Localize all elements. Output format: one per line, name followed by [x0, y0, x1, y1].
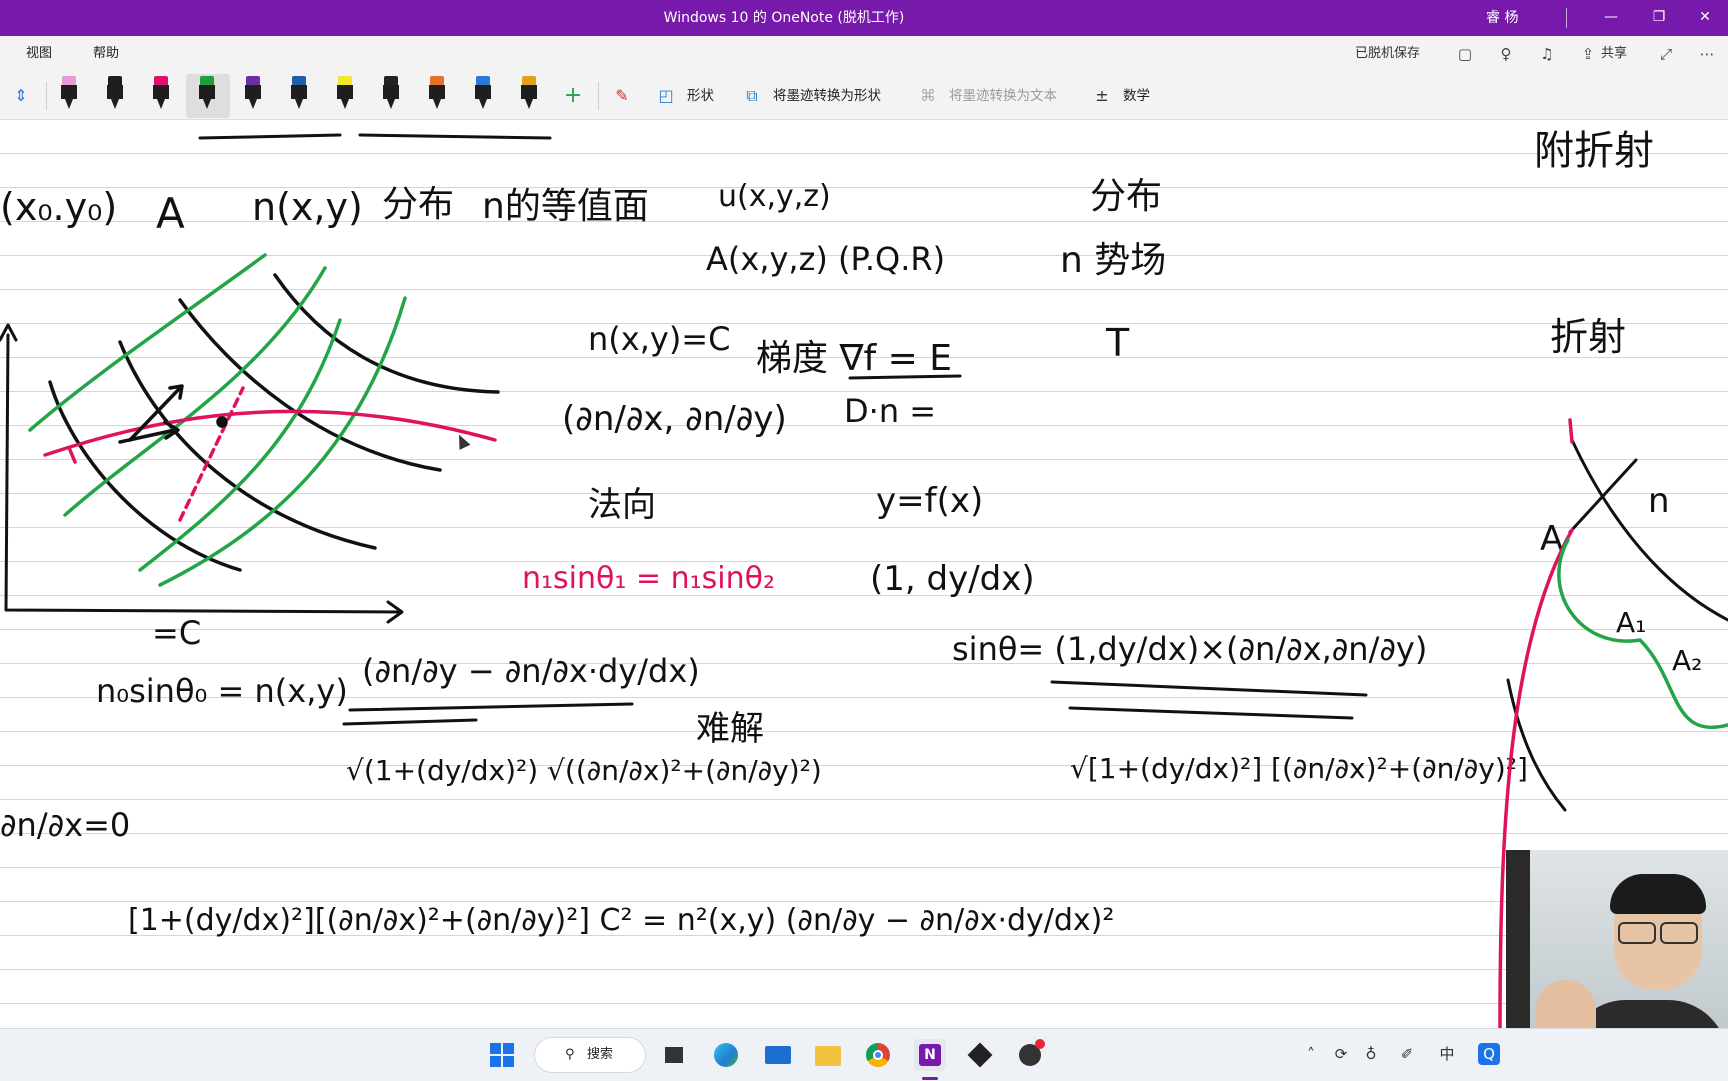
svg-text:附折射: 附折射	[1534, 128, 1654, 174]
svg-text:T: T	[1105, 321, 1130, 365]
svg-text:(x₀.y₀): (x₀.y₀)	[0, 185, 117, 229]
svg-text:∂n/∂x=0: ∂n/∂x=0	[0, 806, 130, 844]
start-icon[interactable]	[486, 1039, 518, 1071]
offline-saved-status: 已脱机保存	[1355, 46, 1421, 61]
user-name[interactable]: 睿 杨	[1486, 0, 1518, 36]
ime-indicator[interactable]: 中	[1436, 1043, 1458, 1065]
title-bar: Windows 10 的 OneNote (脱机工作) 睿 杨 — ❐ ✕	[0, 0, 1728, 36]
svg-text:n 势场: n 势场	[1060, 240, 1166, 281]
sync-icon[interactable]: ⟳	[1330, 1043, 1352, 1065]
svg-text:n(x,y): n(x,y)	[252, 185, 363, 229]
ink-top-lines	[198, 133, 552, 140]
ink-pink-ray	[43, 386, 497, 522]
taskbar-search[interactable]: ⚲ 搜索	[534, 1037, 646, 1073]
toolbar-actions: + ✎ ◰ 形状 ⧉ 将墨迹转换为形状 ⌘ 将墨迹转换为文本 ± 数学	[0, 72, 1728, 120]
svg-text:n: n	[1648, 481, 1670, 521]
math-icon[interactable]: ±	[1092, 86, 1112, 106]
svg-text:sinθ= (1,dy/dx)×(∂n/∂x,∂n/∂y): sinθ= (1,dy/dx)×(∂n/∂x,∂n/∂y)	[952, 630, 1427, 668]
app-q-icon[interactable]: Q	[1478, 1043, 1500, 1065]
svg-text:(∂n/∂y − ∂n/∂x·dy/dx): (∂n/∂y − ∂n/∂x·dy/dx)	[362, 652, 700, 690]
ink-to-text-button: 将墨迹转换为文本	[949, 88, 1057, 104]
share-button[interactable]: 共享	[1601, 36, 1627, 72]
toolbar-separator-2	[598, 82, 599, 110]
chrome-icon[interactable]	[862, 1039, 894, 1071]
share-icon[interactable]: ⇪	[1578, 44, 1598, 64]
person-hair	[1610, 874, 1706, 914]
lasso-icon[interactable]: ✎	[612, 86, 632, 106]
svg-text:=C: =C	[152, 614, 201, 652]
task-view-icon[interactable]	[658, 1039, 690, 1071]
snipping-tool-icon[interactable]	[964, 1039, 996, 1071]
svg-text:A₁: A₁	[1616, 606, 1646, 639]
menu-bar: 视图 帮助 已脱机保存 ▢ ♀ ♫ ⇪ 共享 ⤢ ⋯	[0, 36, 1728, 72]
ink-snell-law: n₁sinθ₁ = n₁sinθ₂	[522, 561, 775, 596]
close-button[interactable]: ✕	[1684, 0, 1726, 36]
ink-black-curves	[48, 273, 500, 572]
file-explorer-icon[interactable]	[812, 1039, 844, 1071]
svg-text:(1, dy/dx): (1, dy/dx)	[870, 559, 1035, 599]
ink-to-text-icon: ⌘	[920, 86, 936, 105]
menu-help[interactable]: 帮助	[93, 36, 119, 72]
mail-icon[interactable]	[762, 1039, 794, 1071]
shapes-button[interactable]: 形状	[687, 72, 714, 120]
note-canvas[interactable]: (x₀.y₀) A n(x,y) 分布 n的等值面 u(x,y,z) A(x,y…	[0, 120, 1728, 1028]
svg-text:u(x,y,z): u(x,y,z)	[718, 179, 831, 214]
svg-text:(∂n/∂x, ∂n/∂y): (∂n/∂x, ∂n/∂y)	[562, 399, 787, 439]
svg-text:A(x,y,z) (P.Q.R): A(x,y,z) (P.Q.R)	[706, 240, 945, 278]
svg-text:分布: 分布	[382, 184, 454, 225]
edge-icon[interactable]	[710, 1039, 742, 1071]
svg-text:法向: 法向	[588, 485, 656, 525]
lightbulb-icon[interactable]: ♀	[1496, 44, 1516, 64]
pen-icon[interactable]: ✐	[1396, 1043, 1418, 1065]
ink-to-shape-button[interactable]: 将墨迹转换为形状	[773, 72, 881, 120]
chevron-up-icon[interactable]: ˄	[1300, 1043, 1322, 1065]
add-pen-button[interactable]: +	[563, 85, 583, 107]
ink-pink-tick	[1568, 418, 1574, 444]
notebook-icon[interactable]: ▢	[1455, 44, 1475, 64]
search-label: 搜索	[587, 1047, 614, 1062]
fullscreen-icon[interactable]: ⤢	[1656, 44, 1676, 64]
ink-to-shape-icon[interactable]: ⧉	[742, 86, 762, 106]
svg-text:n的等值面: n的等值面	[482, 186, 649, 227]
svg-text:A₂: A₂	[1672, 644, 1702, 677]
math-button[interactable]: 数学	[1123, 72, 1150, 120]
svg-text:D·n =: D·n =	[844, 392, 936, 430]
ink-arrows	[118, 384, 228, 444]
svg-text:√(1+(dy/dx)²) √((∂n/∂x)²+(∂n/∂: √(1+(dy/dx)²) √((∂n/∂x)²+(∂n/∂y)²)	[346, 754, 822, 787]
svg-text:梯度 ∇f = E: 梯度 ∇f = E	[756, 338, 952, 379]
restore-button[interactable]: ❐	[1638, 0, 1680, 36]
search-icon: ⚲	[565, 1047, 575, 1062]
bell-icon[interactable]: ♫	[1537, 44, 1557, 64]
microphone-icon[interactable]: ♁	[1360, 1043, 1382, 1065]
svg-text:难解: 难解	[696, 709, 764, 749]
recorder-icon[interactable]	[1014, 1039, 1046, 1071]
glasses-left	[1618, 922, 1656, 944]
taskbar: ⚲ 搜索 N ˄ ⟳ ♁ ✐ 中 Q	[0, 1028, 1728, 1081]
svg-text:√[1+(dy/dx)²] [(∂n/∂x)²+(∂n/∂y: √[1+(dy/dx)²] [(∂n/∂x)²+(∂n/∂y)²]	[1070, 752, 1528, 785]
onenote-icon[interactable]: N	[914, 1039, 946, 1071]
ink-handwriting: (x₀.y₀) A n(x,y) 分布 n的等值面 u(x,y,z) A(x,y…	[0, 128, 1702, 938]
ink-drawing: (x₀.y₀) A n(x,y) 分布 n的等值面 u(x,y,z) A(x,y…	[0, 128, 1728, 1028]
svg-text:y=f(x): y=f(x)	[876, 481, 983, 521]
svg-text:[1+(dy/dx)²][(∂n/∂x)²+(∂n/∂y)²: [1+(dy/dx)²][(∂n/∂x)²+(∂n/∂y)²] C² = n²(…	[128, 903, 1114, 938]
window-title: Windows 10 的 OneNote (脱机工作)	[663, 10, 905, 26]
more-icon[interactable]: ⋯	[1697, 44, 1717, 64]
glasses-right	[1660, 922, 1698, 944]
svg-text:n(x,y)=C: n(x,y)=C	[588, 320, 730, 358]
svg-text:分布: 分布	[1090, 176, 1162, 217]
minimize-button[interactable]: —	[1590, 0, 1632, 36]
menu-view[interactable]: 视图	[26, 36, 52, 72]
svg-text:A: A	[156, 189, 185, 238]
svg-text:折射: 折射	[1550, 315, 1626, 359]
title-separator	[1566, 8, 1567, 28]
svg-text:n₀sinθ₀ = n(x,y): n₀sinθ₀ = n(x,y)	[96, 672, 348, 710]
shapes-icon[interactable]: ◰	[656, 86, 676, 106]
